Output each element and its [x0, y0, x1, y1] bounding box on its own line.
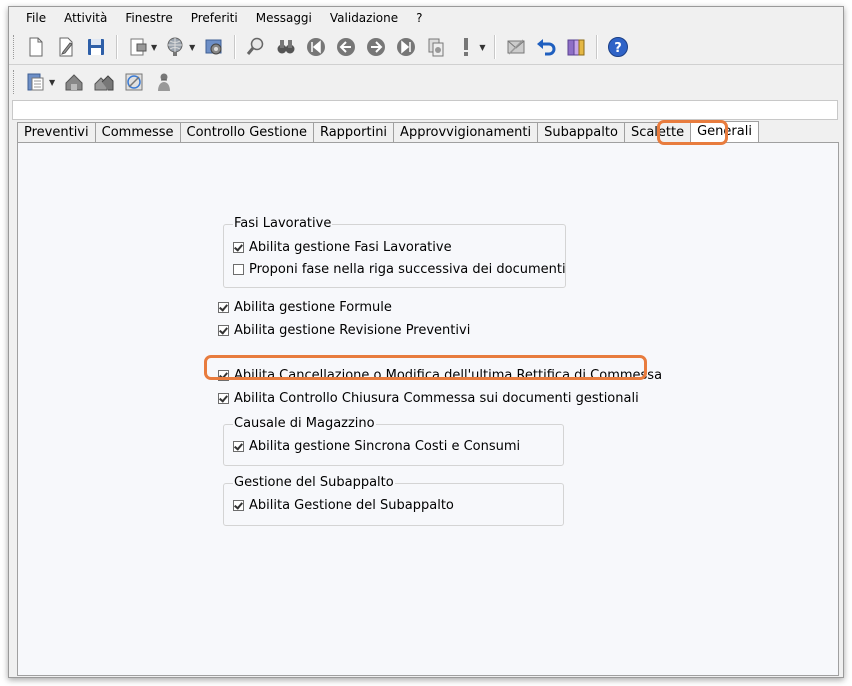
next-icon[interactable] [363, 34, 389, 60]
checkbox[interactable] [233, 264, 244, 275]
checkbox[interactable] [218, 302, 229, 313]
search-icon[interactable] [243, 34, 269, 60]
menu-file[interactable]: File [17, 7, 55, 30]
checkbox-cancellazione-rettifica[interactable]: Abilita Cancellazione o Modifica dell'ul… [218, 368, 662, 383]
exclamation-icon[interactable] [453, 34, 479, 60]
toolbar-grip[interactable] [13, 70, 17, 94]
tab-preventivi[interactable]: Preventivi [17, 122, 96, 143]
tab-bar: Preventivi Commesse Controllo Gestione R… [17, 121, 759, 143]
menu-bar: File Attività Finestre Preferiti Messagg… [9, 7, 843, 30]
globe-icon[interactable] [163, 34, 189, 60]
checkbox[interactable] [218, 393, 229, 404]
edit-document-icon[interactable] [53, 34, 79, 60]
group-fasi-lavorative: Fasi Lavorative Abilita gestione Fasi La… [223, 216, 566, 288]
new-document-icon[interactable] [23, 34, 49, 60]
last-icon[interactable] [393, 34, 419, 60]
menu-validazione[interactable]: Validazione [321, 7, 407, 30]
application-window: File Attività Finestre Preferiti Messagg… [8, 6, 844, 678]
checkbox-label: Proponi fase nella riga successiva dei d… [249, 262, 566, 277]
checkbox-label: Abilita gestione Revisione Preventivi [234, 323, 471, 338]
checkbox-abilita-fasi[interactable]: Abilita gestione Fasi Lavorative [233, 240, 452, 255]
menu-help[interactable]: ? [407, 7, 431, 30]
save-icon[interactable] [83, 34, 109, 60]
menu-finestre[interactable]: Finestre [116, 7, 181, 30]
checkbox-revisione-preventivi[interactable]: Abilita gestione Revisione Preventivi [218, 323, 470, 338]
checkbox[interactable] [233, 500, 244, 511]
checkbox[interactable] [218, 325, 229, 336]
checkbox-label: Abilita Gestione del Subappalto [249, 498, 454, 513]
menu-messaggi[interactable]: Messaggi [247, 7, 321, 30]
checkbox-formule[interactable]: Abilita gestione Formule [218, 300, 392, 315]
menu-attivita[interactable]: Attività [55, 7, 116, 30]
toolbar-separator [116, 35, 118, 59]
tab-approvvigionamenti[interactable]: Approvvigionamenti [393, 122, 539, 143]
checkbox-proponi-fase[interactable]: Proponi fase nella riga successiva dei d… [233, 262, 566, 277]
checkbox[interactable] [233, 441, 244, 452]
group-title: Fasi Lavorative [233, 216, 333, 231]
checkbox-label: Abilita gestione Formule [234, 300, 392, 315]
print-icon[interactable] [125, 34, 151, 60]
toolbar-separator [494, 35, 497, 59]
checkbox[interactable] [218, 370, 229, 381]
print-dropdown-icon[interactable]: ▼ [151, 43, 157, 52]
group-causale-magazzino: Causale di Magazzino Abilita gestione Si… [223, 416, 564, 466]
envelope-icon[interactable] [503, 34, 529, 60]
checkbox-label: Abilita Controllo Chiusura Commessa sui … [234, 391, 639, 406]
building-icon[interactable] [61, 69, 87, 95]
group-gestione-subappalto: Gestione del Subappalto Abilita Gestione… [223, 475, 564, 526]
toolbar-divider [9, 64, 843, 65]
main-toolbar: ▼ ▼ ▼ ? [11, 32, 839, 62]
first-icon[interactable] [303, 34, 329, 60]
building-group-icon[interactable] [91, 69, 117, 95]
package-icon[interactable] [563, 34, 589, 60]
tab-scalette[interactable]: Scalette [623, 122, 692, 143]
checkbox-controllo-chiusura[interactable]: Abilita Controllo Chiusura Commessa sui … [218, 391, 639, 406]
checkbox-label: Abilita gestione Sincrona Costi e Consum… [249, 439, 521, 454]
settings-icon[interactable] [201, 34, 227, 60]
help-icon[interactable]: ? [605, 34, 631, 60]
checkbox-sincrona-costi[interactable]: Abilita gestione Sincrona Costi e Consum… [233, 439, 520, 454]
tab-commesse[interactable]: Commesse [94, 122, 181, 143]
group-title: Gestione del Subappalto [233, 475, 395, 490]
clipboard-dropdown-icon[interactable]: ▼ [49, 78, 55, 87]
previous-icon[interactable] [333, 34, 359, 60]
tab-rapportini[interactable]: Rapportini [312, 122, 395, 143]
tab-subappalto[interactable]: Subappalto [537, 122, 625, 143]
clipboard-list-icon[interactable] [23, 69, 49, 95]
toolbar-separator [234, 35, 237, 59]
tab-generali[interactable]: Generali [690, 121, 759, 143]
svg-text:?: ? [615, 41, 623, 56]
generali-panel: Fasi Lavorative Abilita gestione Fasi La… [17, 142, 839, 676]
checkbox-label: Abilita gestione Fasi Lavorative [249, 240, 452, 255]
secondary-toolbar: ▼ [11, 67, 180, 97]
globe-dropdown-icon[interactable]: ▼ [189, 43, 195, 52]
tab-controllo-gestione[interactable]: Controllo Gestione [179, 122, 314, 143]
checkbox[interactable] [233, 242, 244, 253]
worker-icon[interactable] [151, 69, 177, 95]
toolbar-separator [596, 35, 599, 59]
menu-preferiti[interactable]: Preferiti [182, 7, 247, 30]
toolbar-grip[interactable] [13, 35, 17, 59]
group-title: Causale di Magazzino [233, 416, 376, 431]
copy-icon[interactable] [423, 34, 449, 60]
exclamation-dropdown-icon[interactable]: ▼ [479, 43, 485, 52]
checkbox-gestione-subappalto[interactable]: Abilita Gestione del Subappalto [233, 498, 454, 513]
empty-band [12, 100, 838, 120]
binoculars-icon[interactable] [273, 34, 299, 60]
checkbox-label: Abilita Cancellazione o Modifica dell'ul… [234, 368, 663, 383]
target-icon[interactable] [121, 69, 147, 95]
undo-icon[interactable] [533, 34, 559, 60]
